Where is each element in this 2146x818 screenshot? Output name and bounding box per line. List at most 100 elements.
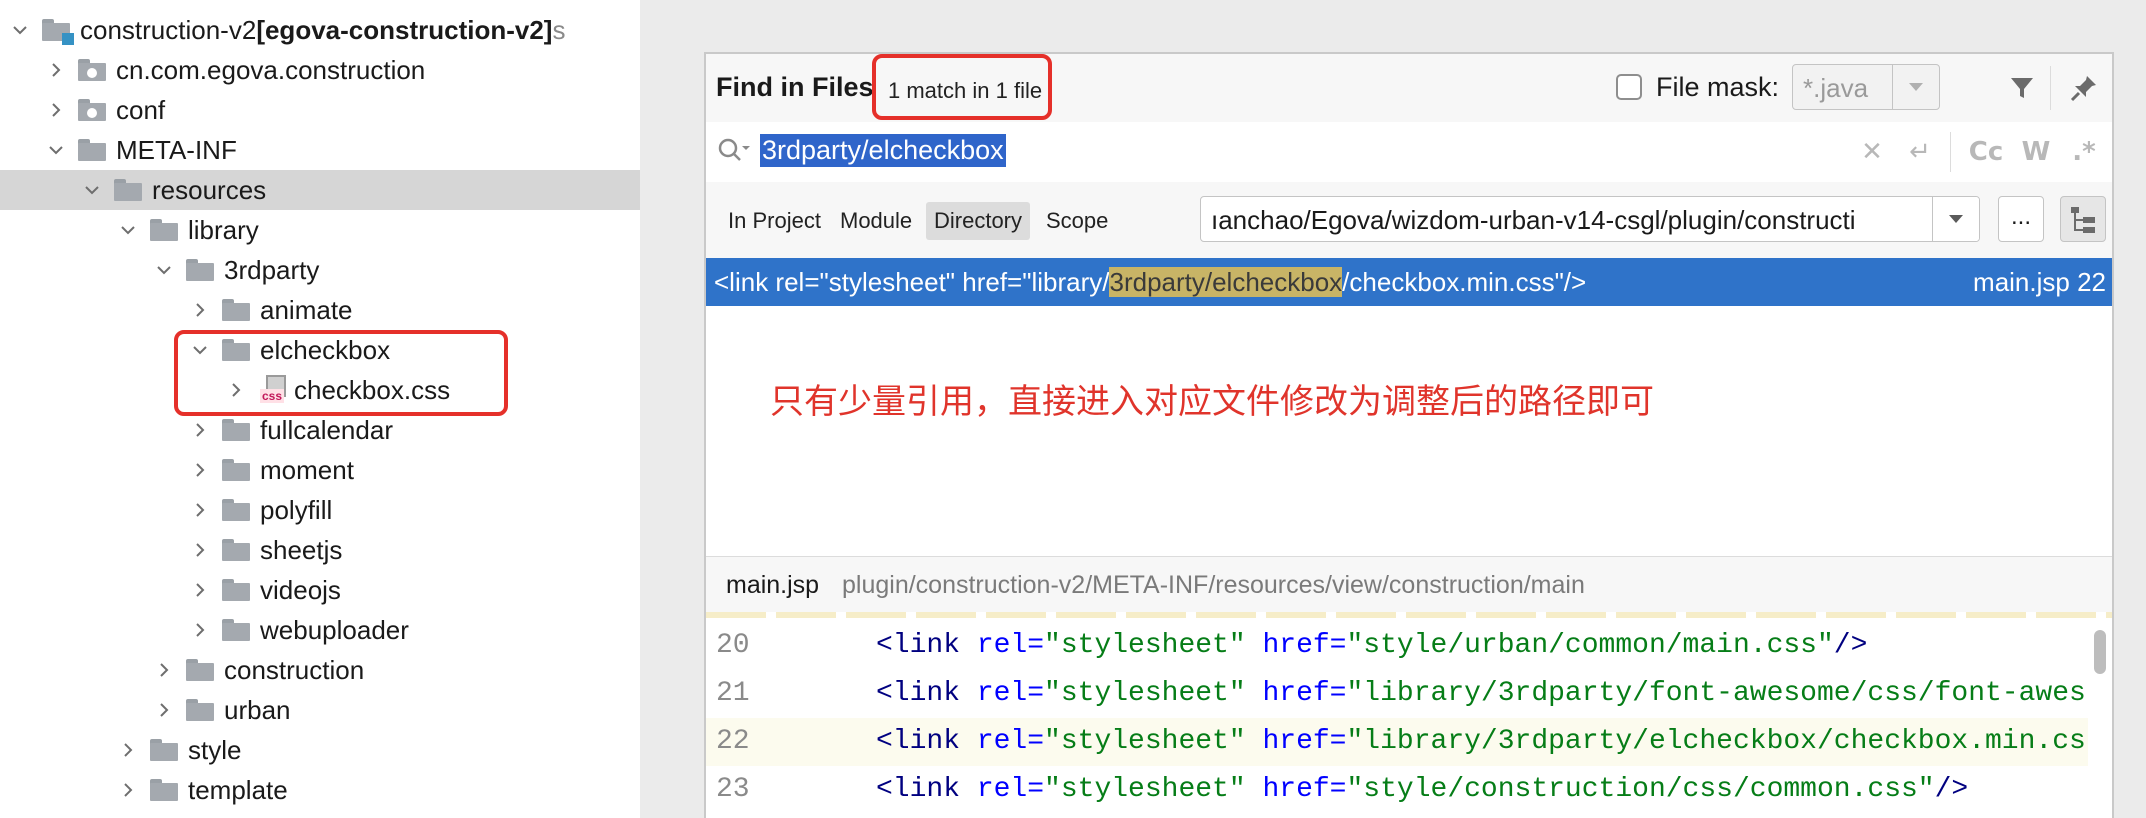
code-token: rel= — [960, 678, 1045, 709]
filter-icon[interactable] — [2002, 68, 2042, 108]
chevron-right-icon[interactable] — [186, 296, 214, 324]
code-token: /> — [1833, 630, 1868, 661]
folder-icon — [186, 259, 214, 281]
chevron-right-icon[interactable] — [150, 656, 178, 684]
package-icon — [78, 59, 106, 81]
tree-item-label: webuploader — [260, 614, 409, 645]
match-case-toggle[interactable]: Cc — [1968, 134, 2004, 170]
folder-icon — [186, 659, 214, 681]
module-path-trailing: s — [552, 14, 566, 45]
code-text: <link rel="stylesheet" href="library/3rd… — [876, 678, 2086, 709]
tree-item[interactable]: sheetjs — [0, 530, 640, 570]
tree-item[interactable]: 3rdparty — [0, 250, 640, 290]
chevron-down-icon[interactable] — [114, 216, 142, 244]
tree-item[interactable]: webuploader — [0, 610, 640, 650]
tree-item[interactable]: template — [0, 770, 640, 810]
code-token: rel= — [960, 726, 1045, 757]
dialog-title: Find in Files — [716, 72, 874, 102]
tree-item[interactable]: construction — [0, 650, 640, 690]
line-number: 23 — [716, 774, 750, 805]
line-number: 22 — [716, 726, 750, 757]
result-file: main.jsp 22 — [1973, 267, 2106, 297]
whole-word-toggle[interactable]: W — [2018, 134, 2054, 170]
code-preview[interactable]: 20 <link rel="stylesheet" href="style/urb… — [706, 612, 2112, 818]
tree-item[interactable]: videojs — [0, 570, 640, 610]
code-token: "style/construction/css/common.css" — [1346, 774, 1935, 805]
tree-item[interactable]: resources — [0, 170, 640, 210]
code-token: "stylesheet" — [1044, 726, 1246, 757]
tree-item[interactable]: style — [0, 730, 640, 770]
file-mask-combo[interactable]: *.java — [1792, 64, 1940, 110]
tree-item[interactable]: urban — [0, 690, 640, 730]
newline-icon[interactable]: ↵ — [1902, 134, 1938, 170]
pin-icon[interactable] — [2064, 68, 2104, 108]
search-result-row[interactable]: <link rel="stylesheet" href="library/3rd… — [706, 258, 2112, 306]
chevron-down-icon[interactable] — [42, 136, 70, 164]
scope-tab-module[interactable]: Module — [832, 202, 920, 240]
chevron-right-icon[interactable] — [186, 536, 214, 564]
find-in-files-dialog: Find in Files 1 match in 1 file File mas… — [704, 52, 2114, 818]
folder-icon — [150, 779, 178, 801]
scope-tab-in-project[interactable]: In Project — [720, 202, 829, 240]
chevron-right-icon[interactable] — [114, 776, 142, 804]
scope-tab-directory[interactable]: Directory — [926, 202, 1031, 240]
code-token: <link — [876, 630, 961, 661]
preview-header: main.jsp plugin/construction-v2/META-INF… — [706, 556, 2112, 614]
chevron-right-icon[interactable] — [42, 56, 70, 84]
folder-icon — [150, 219, 178, 241]
tree-item[interactable]: cn.com.egova.construction — [0, 50, 640, 90]
code-line[interactable]: 20 <link rel="stylesheet" href="style/urb… — [706, 622, 2088, 670]
code-line[interactable]: 23 <link rel="stylesheet" href="style/con… — [706, 766, 2088, 814]
chevron-right-icon[interactable] — [114, 736, 142, 764]
code-token: <link — [876, 678, 961, 709]
file-mask-value: *.java — [1803, 73, 1869, 103]
tree-item[interactable]: META-INF — [0, 130, 640, 170]
code-token: "stylesheet" — [1044, 630, 1246, 661]
chevron-down-icon[interactable] — [1932, 197, 1979, 241]
chevron-down-icon[interactable] — [78, 176, 106, 204]
scope-tab-scope[interactable]: Scope — [1038, 202, 1116, 240]
tree-item-label: template — [188, 774, 288, 805]
chevron-right-icon[interactable] — [186, 456, 214, 484]
tree-item[interactable]: polyfill — [0, 490, 640, 530]
highlight-box-tree — [174, 330, 508, 416]
regex-toggle[interactable]: .* — [2066, 134, 2102, 170]
code-token: "stylesheet" — [1044, 774, 1246, 805]
tree-item-label: animate — [260, 294, 353, 325]
chevron-right-icon[interactable] — [42, 96, 70, 124]
recursive-tree-icon[interactable] — [2060, 196, 2106, 242]
tree-item[interactable]: fullcalendar — [0, 410, 640, 450]
chevron-down-icon[interactable] — [150, 256, 178, 284]
folder-icon — [222, 459, 250, 481]
chevron-down-icon[interactable] — [6, 16, 34, 44]
code-token: "stylesheet" — [1044, 678, 1246, 709]
file-mask-checkbox[interactable] — [1616, 74, 1642, 100]
directory-combo[interactable]: ıanchao/Egova/wizdom-urban-v14-csgl/plug… — [1200, 196, 1980, 242]
file-mask-label: File mask: — [1656, 72, 1780, 102]
code-line[interactable]: 21 <link rel="stylesheet" href="library/3… — [706, 670, 2088, 718]
search-input[interactable]: 3rdparty/elcheckbox — [760, 134, 1006, 167]
tree-item[interactable]: construction-v2 [egova-construction-v2] … — [0, 10, 640, 50]
tree-item[interactable]: conf — [0, 90, 640, 130]
tree-item[interactable]: library — [0, 210, 640, 250]
chevron-down-icon[interactable] — [1892, 65, 1939, 109]
code-line[interactable]: 22 <link rel="stylesheet" href="library/3… — [706, 718, 2088, 766]
chevron-right-icon[interactable] — [186, 496, 214, 524]
chevron-right-icon[interactable] — [186, 616, 214, 644]
code-scrollbar[interactable] — [2094, 630, 2106, 674]
preview-file-path: plugin/construction-v2/META-INF/resource… — [842, 571, 1585, 599]
folder-icon — [150, 739, 178, 761]
chevron-right-icon[interactable] — [186, 416, 214, 444]
code-token: href= — [1245, 726, 1347, 757]
scope-row: In Project Module Directory Scope ıancha… — [706, 182, 2112, 258]
tree-item[interactable]: moment — [0, 450, 640, 490]
code-token: href= — [1245, 678, 1347, 709]
chevron-right-icon[interactable] — [150, 696, 178, 724]
search-divider — [1950, 132, 1951, 172]
folder-icon — [222, 539, 250, 561]
browse-button[interactable]: ... — [1998, 196, 2044, 242]
clear-icon[interactable]: ✕ — [1854, 134, 1890, 170]
tree-item[interactable]: animate — [0, 290, 640, 330]
chevron-right-icon[interactable] — [186, 576, 214, 604]
search-history-icon[interactable] — [716, 136, 752, 171]
